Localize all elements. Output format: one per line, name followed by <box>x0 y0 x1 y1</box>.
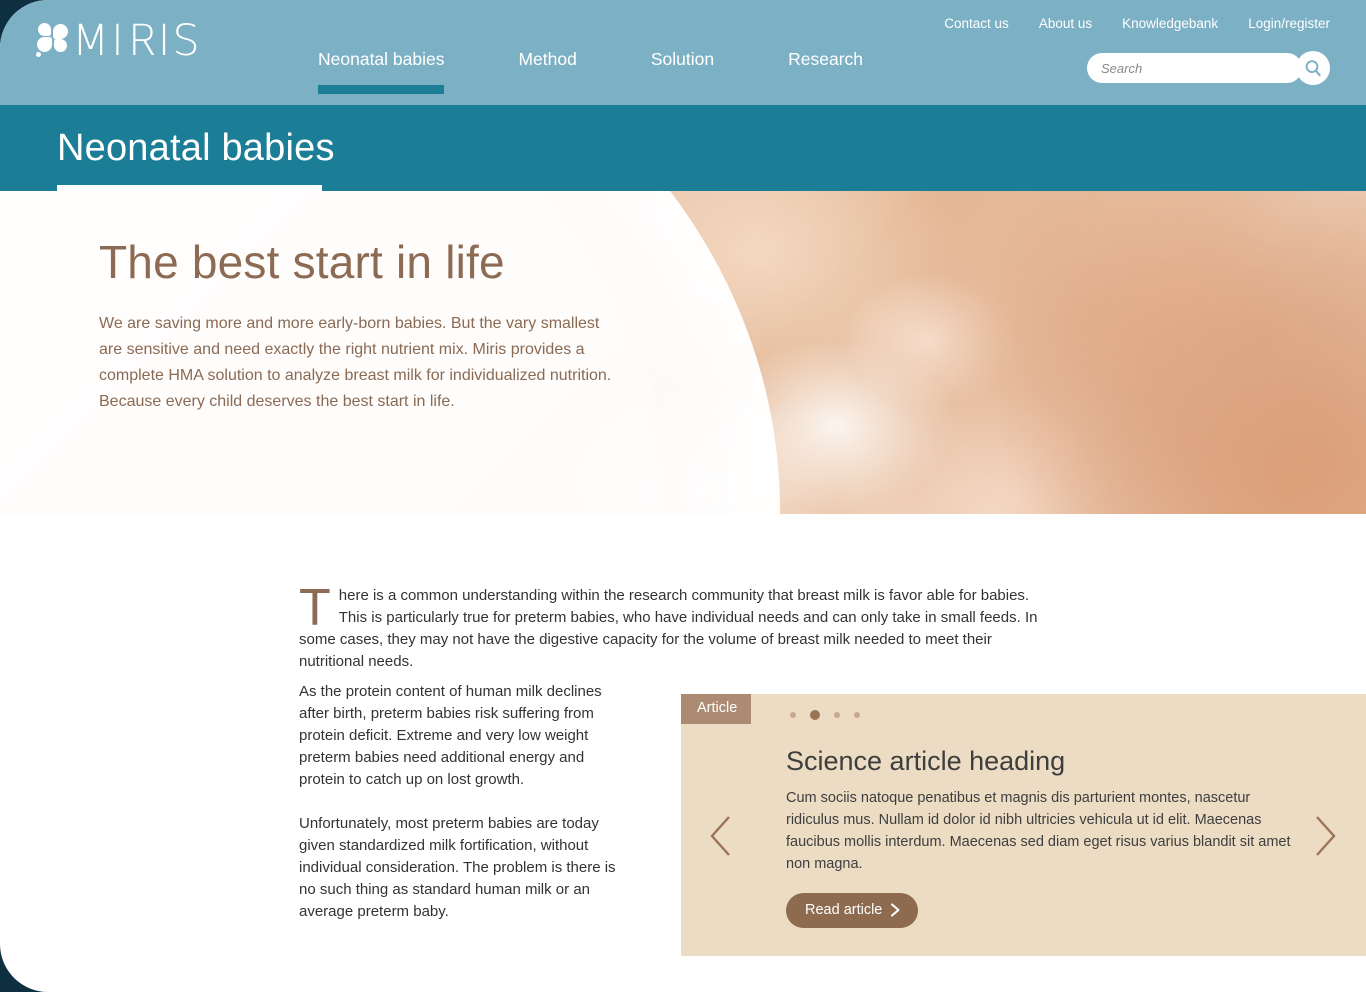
search-button[interactable] <box>1296 51 1330 85</box>
carousel-dot-3[interactable] <box>834 712 840 718</box>
hero-heading: The best start in life <box>99 236 505 288</box>
article-carousel-card: Article Science article heading Cum soci… <box>681 694 1366 956</box>
carousel-prev-button[interactable] <box>705 811 739 861</box>
article-text: Cum sociis natoque penatibus et magnis d… <box>786 790 1291 872</box>
topnav-item-about-us[interactable]: About us <box>1039 16 1092 31</box>
article-badge: Article <box>681 694 752 724</box>
carousel-dot-4[interactable] <box>854 712 860 718</box>
topnav-item-login-register[interactable]: Login/register <box>1248 16 1330 31</box>
chevron-right-icon <box>891 903 900 917</box>
search-area <box>1087 51 1330 85</box>
page-root: MIЯIS Contact us About us Knowledgebank … <box>0 0 1366 992</box>
utility-nav: Contact us About us Knowledgebank Login/… <box>944 16 1330 31</box>
hero-content: The best start in life We are saving mor… <box>99 235 619 415</box>
page-title: Neonatal babies <box>57 126 335 169</box>
hero-paragraph: We are saving more and more early-born b… <box>99 315 612 410</box>
hero-section: The best start in life We are saving mor… <box>0 191 1366 514</box>
search-input[interactable] <box>1087 53 1302 83</box>
left-paragraph-2: Unfortunately, most preterm babies are t… <box>299 815 616 920</box>
article-body: Science article heading Cum sociis natoq… <box>786 746 1296 928</box>
primary-nav: Neonatal babies Method Solution Research <box>318 49 863 105</box>
nav-item-solution[interactable]: Solution <box>651 49 714 94</box>
intro-paragraph: There is a common understanding within t… <box>299 579 1056 673</box>
carousel-dot-1[interactable] <box>790 712 796 718</box>
nav-item-method[interactable]: Method <box>518 49 576 94</box>
nav-item-neonatal-babies[interactable]: Neonatal babies <box>318 49 445 94</box>
search-icon <box>1305 59 1321 76</box>
topnav-item-knowledgebank[interactable]: Knowledgebank <box>1122 16 1218 31</box>
brand-wordmark: MIЯIS <box>72 16 202 66</box>
miris-flower-logo-icon <box>36 23 70 57</box>
intro-text: here is a common understanding within th… <box>299 587 1038 670</box>
site-header: MIЯIS Contact us About us Knowledgebank … <box>0 0 1366 105</box>
carousel-dots <box>790 708 860 722</box>
topnav-item-contact-us[interactable]: Contact us <box>944 16 1009 31</box>
carousel-next-button[interactable] <box>1307 811 1341 861</box>
chevron-left-icon <box>710 816 730 856</box>
article-heading: Science article heading <box>786 746 1066 776</box>
nav-item-research[interactable]: Research <box>788 49 863 94</box>
chevron-right-icon <box>1316 816 1336 856</box>
carousel-dot-2[interactable] <box>810 710 820 720</box>
left-column: As the protein content of human milk dec… <box>299 681 629 945</box>
page-title-band: Neonatal babies <box>0 105 1366 191</box>
intro-dropcap: T <box>299 579 331 637</box>
read-article-button[interactable]: Read article <box>786 893 919 928</box>
left-paragraph-1: As the protein content of human milk dec… <box>299 683 602 788</box>
brand-logo[interactable]: MIЯIS <box>36 16 202 66</box>
read-article-label: Read article <box>805 902 883 918</box>
